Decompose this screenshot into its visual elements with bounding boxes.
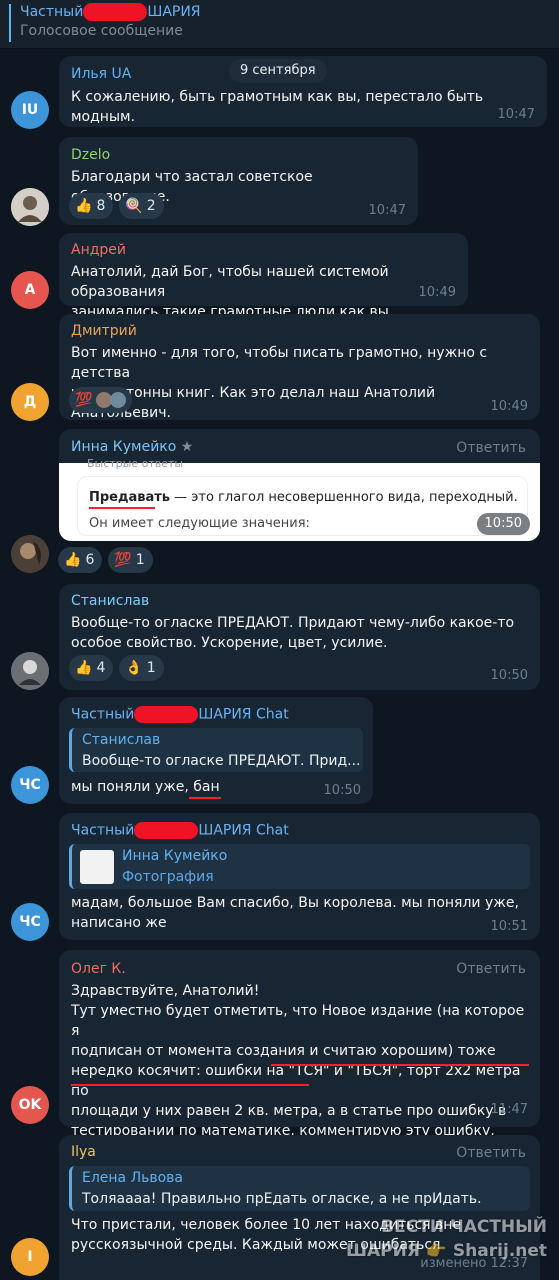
message-author[interactable]: Частный ШАРИЯ Chat [71,706,289,723]
message-time: 10:49 [418,285,456,300]
avatar[interactable]: А [11,271,49,309]
reaction-party[interactable]: 🍭 2 [119,193,164,219]
underline-mark [71,1084,309,1086]
message-author[interactable]: Дмитрий [71,323,137,339]
message-text: Анатолий, дай Бог, чтобы нашей системой … [71,264,394,320]
portrait-icon [11,535,49,573]
reply-button[interactable]: Ответить [456,961,526,977]
avatar-photo[interactable] [11,188,49,226]
underline-mark [89,507,155,509]
avatar[interactable]: I [11,1238,49,1276]
avatar[interactable]: ЧС [11,903,49,941]
reaction-ok-hand[interactable]: 👌 1 [119,655,164,681]
message-bubble[interactable]: Dzelo Благодари что застал советское обр… [59,137,418,225]
message-text: мы поняли уже, бан [71,779,220,795]
reply-quote[interactable]: Станислав Вообще-то огласке ПРЕДАЮТ. При… [69,728,363,772]
reaction-hundred[interactable]: 💯 [69,387,133,413]
portrait-icon [11,188,49,226]
message-time: 10:47 [368,203,406,218]
message-bubble[interactable]: Частный ШАРИЯ Chat Инна Кумейко Фотографи… [59,813,540,940]
message-bubble[interactable]: Дмитрий Вот именно - для того, чтобы пис… [59,314,540,421]
redaction-mark [83,3,148,21]
redaction-mark [134,706,199,723]
avatar-photo[interactable] [11,652,49,690]
avatar[interactable]: Д [11,383,49,421]
message-author[interactable]: Станислав [71,593,149,609]
message-text: мадам, большое Вам спасибо, Вы королева.… [71,895,519,931]
chat-title[interactable]: Частный ШАРИЯ [20,3,201,21]
message-time: 10:50 [490,668,528,683]
message-time: 10:47 [497,107,535,122]
reactions-bar: 👍 4 👌 1 [69,655,164,681]
underline-mark [189,797,221,799]
message-time: 10:51 [490,919,528,934]
message-time: 11:47 [490,1102,528,1117]
message-author[interactable]: Ilya [71,1144,96,1160]
message-author[interactable]: Андрей [71,242,126,258]
reaction-thumbs-up[interactable]: 👍 6 [58,547,103,573]
avatar-photo[interactable] [11,535,49,573]
message-bubble[interactable]: Станислав Вообще-то огласке ПРЕДАЮТ. При… [59,584,540,690]
photo-definition-line2: Он имеет следующие значения: [89,516,310,531]
message-text: Вообще-то огласке ПРЕДАЮТ. Придают чему-… [71,615,515,651]
photo-thumbnail [80,850,114,884]
message-author[interactable]: Илья UA [71,66,131,82]
message-author[interactable]: Инна Кумейко ★ [71,439,193,455]
reactions-bar: 💯 [69,387,133,413]
date-separator: 9 сентября [229,59,327,83]
reply-quote[interactable]: Инна Кумейко Фотография [69,844,530,889]
reply-button[interactable]: Ответить [456,1145,526,1161]
reply-quote[interactable]: Елена Львова Толяаааа! Правильно прЕдать… [69,1166,530,1211]
portrait-icon [11,652,49,690]
message-author[interactable]: Dzelo [71,147,110,163]
reactions-bar: 👍 6 💯 1 [58,547,153,573]
reply-button[interactable]: Ответить [456,440,526,456]
message-text: Вот именно - для того, чтобы писать грам… [71,345,488,421]
message-author[interactable]: Олег К. [71,961,126,977]
photo-message-bubble[interactable]: Инна Кумейко ★ Ответить Быстрые ответы П… [59,429,540,541]
pinned-indicator [9,4,11,42]
photo-attachment[interactable]: Быстрые ответы Предавать — это глагол не… [59,457,540,541]
message-text: К сожалению, быть грамотным как вы, пере… [71,89,488,125]
avatar[interactable]: IU [11,91,49,129]
message-time: 10:50 [323,783,361,798]
reaction-thumbs-up[interactable]: 👍 4 [69,655,114,681]
avatar[interactable]: ЧС [11,766,49,804]
pinned-message-preview[interactable]: Голосовое сообщение [20,23,183,39]
message-author[interactable]: Частный ШАРИЯ Chat [71,822,289,839]
reaction-thumbs-up[interactable]: 👍 8 [69,193,114,219]
reaction-hundred[interactable]: 💯 1 [108,547,153,573]
message-bubble[interactable]: Андрей Анатолий, дай Бог, чтобы нашей си… [59,233,468,320]
message-time: 10:49 [490,399,528,414]
reactor-avatar [110,392,127,408]
photo-header-text: Быстрые ответы [87,457,184,470]
photo-definition: Предавать — это глагол несовершенного ви… [89,490,518,505]
message-bubble[interactable]: Олег К. Ответить Здравствуйте, Анатолий!… [59,950,540,1179]
avatar[interactable]: OK [11,1086,49,1124]
message-time: 10:50 [476,513,530,535]
redaction-mark [134,822,199,839]
underline-mark [271,1064,529,1066]
reactions-bar: 👍 8 🍭 2 [69,193,164,219]
watermark: ВЕСТИ ЧАСТНЫЙ ШАРИЯ 👉 Sharij.net [345,1217,547,1261]
message-bubble[interactable]: Частный ШАРИЯ Chat Станислав Вообще-то ог… [59,697,373,804]
star-icon: ★ [180,439,194,455]
chat-header[interactable]: Частный ШАРИЯ Голосовое сообщение [0,0,559,49]
